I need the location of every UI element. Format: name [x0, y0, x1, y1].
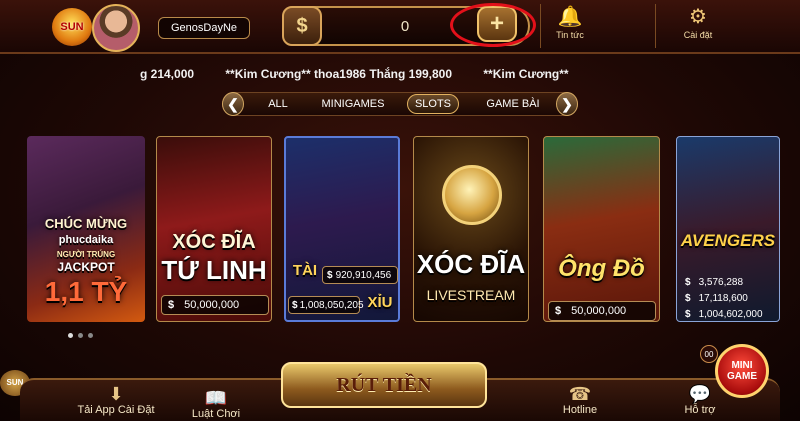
settings-button[interactable]: ⚙ Cài đặt	[668, 4, 728, 50]
jackpot-row: $ 1,004,602,000	[679, 307, 779, 321]
game-card-ong-do[interactable]: Ông Đồ $ 50,000,000	[543, 136, 660, 322]
jackpot-value: 50,000,000	[571, 305, 627, 317]
ticker-item: **Kim Cương** thoa1986 Thắng 199,800	[225, 67, 453, 81]
dollar-icon[interactable]: $	[282, 6, 322, 46]
xiu-value: 1,008,050,205	[299, 299, 364, 311]
news-button[interactable]: 🔔 Tin tức	[540, 4, 600, 50]
minigame-button[interactable]: MINI GAME	[715, 344, 769, 398]
settings-label: Cài đặt	[683, 30, 713, 40]
jackpot-winner: phucdaika	[58, 234, 114, 246]
xiu-pill: $ 1,008,050,205	[288, 296, 364, 314]
gear-icon: ⚙	[689, 6, 707, 28]
jackpot-pill: $ 50,000,000	[161, 295, 269, 315]
pagination-dot[interactable]	[88, 333, 93, 338]
jackpot-value: 50,000,000	[184, 299, 240, 311]
game-card-xoc-dia-tu-linh[interactable]: XÓC ĐĨA TỨ LINH $ 50,000,000	[156, 136, 272, 322]
game-title: Ông Đồ	[558, 255, 645, 282]
winner-ticker: g 214,000 **Kim Cương** thoa1986 Thắng 1…	[140, 62, 680, 86]
phone-icon: ☎	[568, 384, 592, 404]
dollar-icon: $	[685, 308, 691, 320]
dollar-icon: $	[292, 299, 298, 311]
game-card-avengers[interactable]: AVENGERS $ 3,576,288 $ 17,118,600 $ 1,00…	[676, 136, 780, 322]
ticker-item: g 214,000	[140, 67, 195, 81]
news-label: Tin tức	[556, 30, 584, 40]
minigame-badge: 00	[700, 345, 718, 363]
divider	[655, 4, 656, 48]
tab-slots[interactable]: SLOTS	[407, 94, 459, 114]
download-app-button[interactable]: ⬇ Tải App Cài Đặt	[56, 384, 176, 416]
jackpot-value: 3,576,288	[698, 276, 744, 288]
jackpot-row: $ 17,118,600	[679, 291, 779, 305]
pagination-dot[interactable]	[68, 333, 73, 338]
book-icon: 📖	[204, 388, 228, 408]
xiu-label: XỈU	[367, 294, 393, 311]
jackpot-pill: $ 50,000,000	[548, 301, 656, 321]
banner-pagination[interactable]	[68, 333, 93, 338]
jackpot-label: NGƯỜI TRÚNG	[56, 250, 116, 259]
game-card-tai-xiu[interactable]: TÀI $ 920,910,456 $ 1,008,050,205 XỈU	[284, 136, 400, 322]
tab-all[interactable]: ALL	[256, 94, 300, 114]
jackpot-value: 1,004,602,000	[698, 308, 763, 320]
dollar-icon: $	[168, 299, 175, 311]
game-title: XÓC ĐĨA	[172, 231, 256, 253]
download-icon: ⬇	[108, 384, 124, 404]
tai-label: TÀI	[292, 262, 318, 279]
jackpot-title: CHÚC MỪNG	[44, 216, 128, 231]
tai-pill: $ 920,910,456	[322, 266, 398, 284]
tab-game-bai[interactable]: GAME BÀI	[478, 94, 548, 114]
game-title: AVENGERS	[680, 231, 776, 250]
tabs-next-arrow[interactable]: ❯	[556, 92, 578, 116]
jackpot-banner-card[interactable]: CHÚC MỪNG phucdaika NGƯỜI TRÚNG JACKPOT …	[27, 136, 145, 322]
dollar-icon: $	[685, 292, 691, 304]
download-label: Tải App Cài Đặt	[77, 404, 155, 416]
game-subtitle: TỨ LINH	[161, 255, 267, 285]
rules-button[interactable]: 📖 Luật Chơi	[186, 388, 246, 420]
ticker-item: **Kim Cương**	[483, 67, 569, 81]
support-label: Hỗ trợ	[684, 404, 716, 416]
hotline-button[interactable]: ☎ Hotline	[548, 384, 612, 416]
withdraw-button[interactable]: RÚT TIỀN	[281, 362, 487, 408]
game-subtitle: LIVESTREAM	[426, 287, 516, 303]
pagination-dot[interactable]	[78, 333, 83, 338]
tabs-prev-arrow[interactable]: ❮	[222, 92, 244, 116]
rules-label: Luật Chơi	[191, 408, 241, 420]
game-card-xoc-dia-livestream[interactable]: XÓC ĐĨA LIVESTREAM	[413, 136, 529, 322]
dollar-icon: $	[327, 269, 333, 281]
sun-logo[interactable]: SUN	[52, 8, 92, 46]
dollar-icon: $	[685, 276, 691, 288]
jackpot-value: 17,118,600	[698, 292, 748, 304]
game-title: XÓC ĐĨA	[416, 249, 526, 279]
jackpot-amount: 1,1 TỶ	[44, 276, 128, 307]
highlight-circle	[450, 3, 536, 47]
hotline-label: Hotline	[562, 404, 598, 416]
minigame-label-bottom: GAME	[727, 371, 757, 382]
username-label[interactable]: GenosDayNe	[158, 17, 250, 39]
gold-plate-icon	[442, 165, 502, 225]
dollar-icon: $	[555, 305, 562, 317]
tab-minigames[interactable]: MINIGAMES	[316, 94, 390, 114]
bell-icon: 🔔	[557, 6, 583, 28]
avatar[interactable]	[92, 4, 140, 52]
jackpot-row: $ 3,576,288	[679, 275, 779, 289]
tai-value: 920,910,456	[335, 269, 392, 281]
jackpot-word: JACKPOT	[57, 260, 115, 274]
minigame-label-top: MINI	[731, 360, 753, 371]
